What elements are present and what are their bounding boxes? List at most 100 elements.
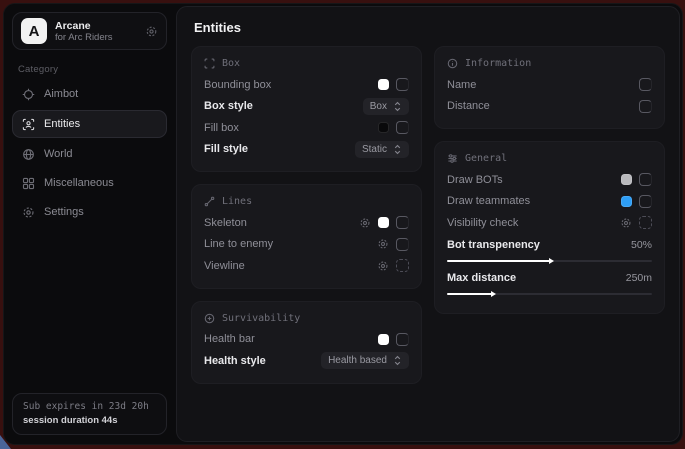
unfold-arrows-icon bbox=[393, 355, 402, 366]
card-title: Lines bbox=[222, 196, 252, 207]
color-swatch[interactable] bbox=[378, 217, 389, 228]
slider-track[interactable] bbox=[447, 260, 652, 262]
setting-row: Viewline bbox=[204, 255, 409, 277]
crosshair-icon bbox=[22, 88, 35, 101]
sidebar-item-aimbot[interactable]: Aimbot bbox=[12, 81, 167, 107]
app-subtitle: for Arc Riders bbox=[55, 32, 137, 43]
slider-max-distance: Max distance 250m bbox=[447, 269, 652, 295]
box-style-dropdown[interactable]: Box bbox=[363, 98, 409, 115]
sidebar-item-label: Aimbot bbox=[44, 88, 78, 100]
checkbox[interactable] bbox=[396, 259, 409, 272]
page-title: Entities bbox=[177, 7, 679, 44]
setting-row: Fill box bbox=[204, 117, 409, 139]
dropdown-value: Static bbox=[362, 144, 387, 155]
slider-track[interactable] bbox=[447, 293, 652, 295]
checkbox[interactable] bbox=[396, 333, 409, 346]
subscription-expiry: Sub expires in 23d 20h bbox=[23, 401, 156, 412]
fill-style-dropdown[interactable]: Static bbox=[355, 141, 409, 158]
setting-row: Distance bbox=[447, 96, 652, 118]
refresh-gear-icon[interactable] bbox=[145, 25, 158, 38]
card-title: Survivability bbox=[222, 313, 300, 324]
globe-icon bbox=[22, 148, 35, 161]
setting-label: Fill style bbox=[204, 143, 248, 155]
sidebar: A Arcane for Arc Riders Category Aimbot bbox=[4, 4, 175, 444]
sliders-icon bbox=[447, 153, 458, 164]
sidebar-nav: Aimbot Entities World bbox=[12, 81, 167, 225]
card-lines: Lines Skeleton bbox=[191, 184, 422, 289]
sidebar-item-label: Entities bbox=[44, 118, 80, 130]
setting-label: Health style bbox=[204, 355, 266, 367]
card-information: Information Name Distance bbox=[434, 46, 665, 129]
checkbox[interactable] bbox=[639, 195, 652, 208]
sidebar-item-entities[interactable]: Entities bbox=[12, 110, 167, 138]
modules-icon bbox=[22, 177, 35, 190]
checkbox[interactable] bbox=[639, 216, 652, 229]
line-icon bbox=[204, 196, 215, 207]
unfold-arrows-icon bbox=[393, 144, 402, 155]
config-gear-icon[interactable] bbox=[620, 217, 632, 229]
setting-label: Fill box bbox=[204, 122, 239, 134]
setting-label: Skeleton bbox=[204, 217, 247, 229]
sidebar-item-miscellaneous[interactable]: Miscellaneous bbox=[12, 170, 167, 196]
setting-label: Draw BOTs bbox=[447, 174, 503, 186]
setting-row: Bounding box bbox=[204, 74, 409, 96]
setting-label: Line to enemy bbox=[204, 238, 273, 250]
setting-label: Bounding box bbox=[204, 79, 271, 91]
health-style-dropdown[interactable]: Health based bbox=[321, 352, 409, 369]
sidebar-item-settings[interactable]: Settings bbox=[12, 199, 167, 225]
checkbox[interactable] bbox=[639, 173, 652, 186]
color-swatch[interactable] bbox=[621, 174, 632, 185]
sidebar-item-label: World bbox=[44, 148, 73, 160]
app-title: Arcane bbox=[55, 20, 137, 32]
sidebar-item-world[interactable]: World bbox=[12, 141, 167, 167]
checkbox[interactable] bbox=[639, 78, 652, 91]
color-swatch[interactable] bbox=[621, 196, 632, 207]
setting-label: Draw teammates bbox=[447, 195, 530, 207]
main-panel: Entities Box bbox=[176, 6, 680, 442]
card-title: Information bbox=[465, 58, 531, 69]
color-swatch[interactable] bbox=[378, 79, 389, 90]
slider-bot-transparency: Bot transpenency 50% bbox=[447, 236, 652, 262]
setting-row: Draw BOTs bbox=[447, 169, 652, 191]
slider-fill[interactable] bbox=[447, 293, 492, 295]
setting-row: Name bbox=[447, 74, 652, 96]
checkbox[interactable] bbox=[639, 100, 652, 113]
app-logo: A bbox=[21, 18, 47, 44]
entities-icon bbox=[22, 118, 35, 131]
box-brackets-icon bbox=[204, 58, 215, 69]
dropdown-value: Box bbox=[370, 101, 387, 112]
slider-fill[interactable] bbox=[447, 260, 550, 262]
setting-row: Box style Box bbox=[204, 96, 409, 118]
card-information-header: Information bbox=[447, 58, 652, 69]
info-icon bbox=[447, 58, 458, 69]
setting-label: Health bar bbox=[204, 333, 255, 345]
color-swatch[interactable] bbox=[378, 334, 389, 345]
dropdown-value: Health based bbox=[328, 355, 387, 366]
left-column: Box Bounding box Box style Box bbox=[191, 46, 422, 384]
config-gear-icon[interactable] bbox=[377, 238, 389, 250]
card-survivability-header: Survivability bbox=[204, 313, 409, 324]
card-box: Box Bounding box Box style Box bbox=[191, 46, 422, 172]
checkbox[interactable] bbox=[396, 216, 409, 229]
setting-row: Line to enemy bbox=[204, 234, 409, 256]
card-survivability: Survivability Health bar Health style He… bbox=[191, 301, 422, 384]
setting-label: Box style bbox=[204, 100, 253, 112]
card-general-header: General bbox=[447, 153, 652, 164]
checkbox[interactable] bbox=[396, 238, 409, 251]
config-gear-icon[interactable] bbox=[359, 217, 371, 229]
setting-label: Name bbox=[447, 79, 476, 91]
checkbox[interactable] bbox=[396, 78, 409, 91]
setting-row: Health bar bbox=[204, 329, 409, 351]
setting-label: Bot transpenency bbox=[447, 239, 540, 251]
card-title: General bbox=[465, 153, 507, 164]
checkbox[interactable] bbox=[396, 121, 409, 134]
config-gear-icon[interactable] bbox=[377, 260, 389, 272]
setting-label: Distance bbox=[447, 100, 490, 112]
logo-text: Arcane for Arc Riders bbox=[55, 20, 137, 43]
setting-label: Viewline bbox=[204, 260, 245, 272]
color-swatch[interactable] bbox=[378, 122, 389, 133]
sidebar-item-label: Settings bbox=[44, 206, 84, 218]
app-window: A Arcane for Arc Riders Category Aimbot bbox=[3, 3, 683, 445]
setting-row: Fill style Static bbox=[204, 139, 409, 161]
setting-row: Skeleton bbox=[204, 212, 409, 234]
